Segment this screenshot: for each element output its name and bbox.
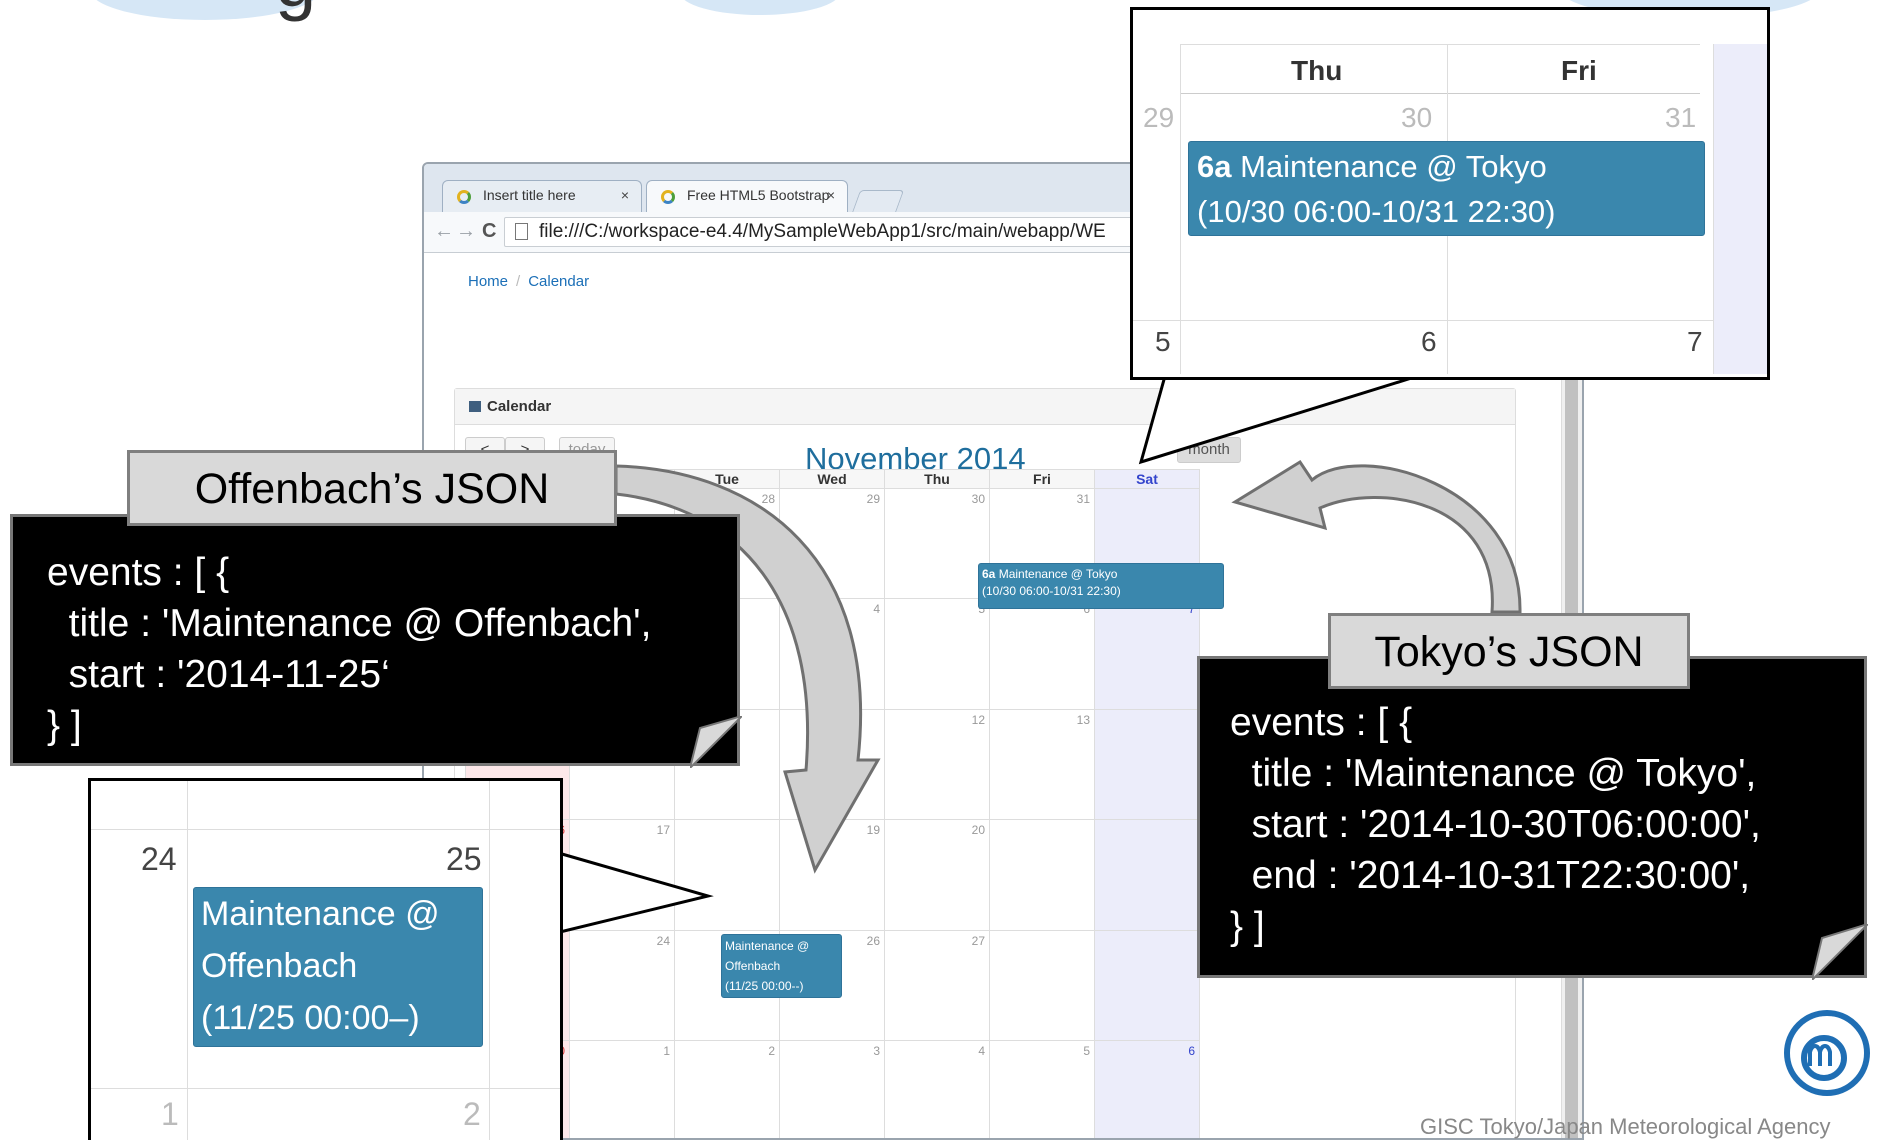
zoom-col-line bbox=[1180, 44, 1181, 374]
json-code-line: start : '2014-10-30T06:00:00', bbox=[1230, 803, 1761, 846]
zoom-event-line: Offenbach bbox=[201, 947, 358, 985]
json-code-line: events : [ { bbox=[1230, 701, 1413, 744]
zoom-date-25: 25 bbox=[446, 841, 482, 877]
offenbach-zoom-tail bbox=[553, 849, 714, 934]
json-code-line: } ] bbox=[47, 704, 82, 747]
json-code-line: title : 'Maintenance @ Offenbach', bbox=[47, 602, 652, 645]
tokyo-zoom-callout: Thu Fri 29 30 31 6a Maintenance @ Tokyo … bbox=[1130, 7, 1770, 380]
zoom-date-5: 5 bbox=[1155, 326, 1171, 357]
tokyo-arrow bbox=[1231, 459, 1522, 614]
offenbach-page-curl bbox=[690, 716, 742, 768]
zoom-date-1: 1 bbox=[161, 1096, 179, 1132]
tokyo-json-code: events : [ { title : 'Maintenance @ Toky… bbox=[1230, 697, 1864, 952]
zoom-date-31: 31 bbox=[1665, 102, 1697, 133]
zoom-event-range: (10/30 06:00-10/31 22:30) bbox=[1197, 194, 1556, 229]
zoom-date-6: 6 bbox=[1421, 326, 1437, 357]
zoom-day-header bbox=[1180, 44, 1700, 94]
zoom-event-tokyo[interactable]: 6a Maintenance @ Tokyo (10/30 06:00-10/3… bbox=[1188, 141, 1705, 236]
zoom-date-30: 30 bbox=[1401, 102, 1433, 133]
zoom-col-line bbox=[187, 781, 188, 1140]
tokyo-zoom-tail bbox=[1138, 374, 1419, 465]
zoom-event-time: 6a bbox=[1197, 149, 1232, 184]
zoom-sat-column bbox=[1713, 44, 1767, 374]
zoom-date-24: 24 bbox=[141, 841, 177, 877]
zoom-row-line bbox=[91, 829, 560, 830]
offenbach-json-label: Offenbach’s JSON bbox=[127, 450, 617, 526]
zoom-date-29: 29 bbox=[1143, 102, 1175, 133]
json-code-line: start : '2014-11-25‘ bbox=[47, 653, 390, 696]
json-code-line: events : [ { bbox=[47, 551, 230, 594]
offenbach-json-code: events : [ { title : 'Maintenance @ Offe… bbox=[47, 547, 737, 751]
json-code-line: title : 'Maintenance @ Tokyo', bbox=[1230, 752, 1757, 795]
json-code-line: end : '2014-10-31T22:30:00', bbox=[1230, 854, 1751, 897]
zoom-event-line: Maintenance @ bbox=[201, 895, 440, 933]
zoom-row-line bbox=[91, 1088, 560, 1089]
footer-organization: GISC Tokyo/Japan Meteorological Agency bbox=[1420, 1114, 1831, 1139]
zoom-event-offenbach[interactable]: Maintenance @ Offenbach (11/25 00:00–) bbox=[193, 887, 483, 1047]
offenbach-zoom-callout: 24 25 Maintenance @ Offenbach (11/25 00:… bbox=[88, 778, 563, 1140]
zoom-event-title: Maintenance @ Tokyo bbox=[1240, 149, 1547, 184]
zoom-date-2: 2 bbox=[463, 1096, 481, 1132]
offenbach-json-box: events : [ { title : 'Maintenance @ Offe… bbox=[10, 514, 740, 766]
tokyo-json-label: Tokyo’s JSON bbox=[1328, 613, 1690, 689]
zoom-day-fri: Fri bbox=[1561, 55, 1597, 86]
zoom-row-line bbox=[1133, 320, 1713, 321]
tokyo-json-box: events : [ { title : 'Maintenance @ Toky… bbox=[1197, 656, 1867, 978]
zoom-event-line: (11/25 00:00–) bbox=[201, 999, 420, 1037]
json-code-line: } ] bbox=[1230, 905, 1265, 948]
zoom-date-7: 7 bbox=[1687, 326, 1703, 357]
tokyo-page-curl bbox=[1812, 924, 1868, 980]
jma-logo-icon bbox=[1784, 1010, 1870, 1096]
zoom-col-line bbox=[489, 781, 490, 1140]
zoom-day-thu: Thu bbox=[1291, 55, 1343, 86]
